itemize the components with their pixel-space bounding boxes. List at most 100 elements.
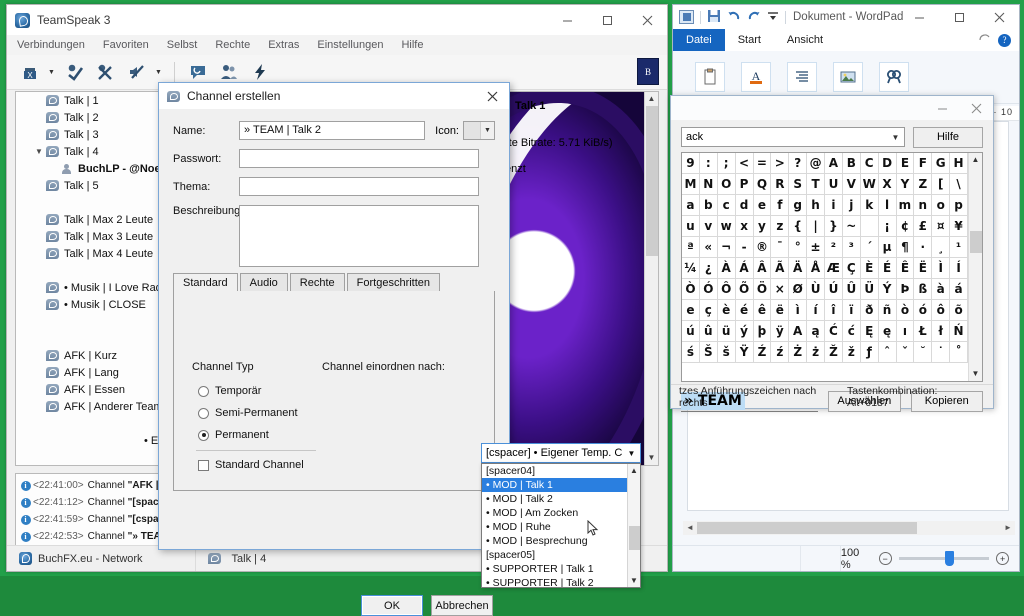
tab-ansicht[interactable]: Ansicht <box>774 29 836 51</box>
charmap-cell[interactable]: o <box>932 195 950 216</box>
charmap-cell[interactable]: Ó <box>700 279 718 300</box>
charmap-cell[interactable]: P <box>736 174 754 195</box>
radio-temporaer[interactable]: Temporär <box>198 385 261 397</box>
charmap-cell[interactable]: ê <box>754 300 772 321</box>
menu-favoriten[interactable]: Favoriten <box>103 39 149 51</box>
charmap-cell[interactable]: a <box>682 195 700 216</box>
dialog-close-icon[interactable] <box>479 85 505 107</box>
dropdown-option[interactable]: • MOD | Am Zocken <box>482 506 640 520</box>
charmap-cell[interactable]: j <box>843 195 861 216</box>
charmap-cell[interactable]: U <box>825 174 843 195</box>
charmap-cell[interactable]: v <box>700 216 718 237</box>
charmap-cell[interactable]: Ç <box>843 258 861 279</box>
charmap-cell[interactable]: Ú <box>825 279 843 300</box>
charmap-cell[interactable]: þ <box>754 321 772 342</box>
info-panel-scrollbar[interactable]: ▲ ▼ <box>644 92 658 465</box>
charmap-cell[interactable]: F <box>914 153 932 174</box>
charmap-cell[interactable]: ¸ <box>932 237 950 258</box>
charmap-cell[interactable]: z <box>771 216 789 237</box>
dropdown-option[interactable]: • MOD | Ruhe <box>482 520 640 534</box>
font-select[interactable]: ack ▼ <box>681 127 905 147</box>
charmap-cell[interactable]: Ä <box>789 258 807 279</box>
charmap-cell[interactable]: W <box>861 174 879 195</box>
charmap-cell[interactable]: ˘ <box>914 342 932 363</box>
paragraph-icon[interactable] <box>787 62 817 92</box>
standard-channel-checkbox[interactable]: Standard Channel <box>198 459 304 471</box>
minimize-icon[interactable] <box>547 5 587 35</box>
charmap-cell[interactable]: ź <box>771 342 789 363</box>
charmap-cell[interactable]: ï <box>843 300 861 321</box>
charmap-cell[interactable]: b <box>700 195 718 216</box>
scroll-up-icon[interactable]: ▲ <box>969 153 982 167</box>
charmap-cell[interactable]: ë <box>771 300 789 321</box>
charmap-cell[interactable]: ¼ <box>682 258 700 279</box>
charmap-cell[interactable]: ¯ <box>771 237 789 258</box>
charmap-cell[interactable]: Ž <box>825 342 843 363</box>
zoom-out-button[interactable]: − <box>879 552 892 565</box>
wordpad-hscrollbar[interactable]: ◄ ► <box>683 521 1015 535</box>
charmap-cell[interactable]: [ <box>932 174 950 195</box>
clipboard-icon[interactable] <box>695 62 725 92</box>
tab-fortgeschritten[interactable]: Fortgeschritten <box>347 273 440 291</box>
menu-selbst[interactable]: Selbst <box>167 39 198 51</box>
close-icon[interactable] <box>959 96 993 120</box>
charmap-cell[interactable]: ü <box>718 321 736 342</box>
beschreibung-textarea[interactable] <box>239 205 479 267</box>
charmap-cell[interactable]: f <box>771 195 789 216</box>
charmap-cell[interactable]: N <box>700 174 718 195</box>
charmap-cell[interactable]: i <box>825 195 843 216</box>
charmap-cell[interactable]: Š <box>700 342 718 363</box>
dropdown-scrollbar[interactable]: ▲ ▼ <box>627 464 640 587</box>
charmap-cell[interactable]: ú <box>682 321 700 342</box>
charmap-cell[interactable]: Ń <box>950 321 968 342</box>
charmap-cell[interactable]: u <box>682 216 700 237</box>
find-icon[interactable] <box>879 62 909 92</box>
charmap-cell[interactable]: Ü <box>861 279 879 300</box>
charmap-scrollbar[interactable]: ▲ ▼ <box>968 153 982 381</box>
charmap-grid[interactable]: 9:;<=>?@ABCDEFGHMNOPQRSTUVWXYZ[\abcdefgh… <box>682 153 968 381</box>
charmap-cell[interactable]: < <box>736 153 754 174</box>
menu-rechte[interactable]: Rechte <box>215 39 250 51</box>
icon-select[interactable]: ▼ <box>463 121 495 140</box>
scroll-up-icon[interactable]: ▲ <box>645 92 658 106</box>
minimize-icon[interactable] <box>899 5 939 29</box>
charmap-cell[interactable]: Ø <box>789 279 807 300</box>
tab-rechte[interactable]: Rechte <box>290 273 345 291</box>
charmap-cell[interactable]: · <box>914 237 932 258</box>
charmap-cell[interactable]: ¿ <box>700 258 718 279</box>
charmap-cell[interactable]: V <box>843 174 861 195</box>
charmap-cell[interactable]: ÿ <box>771 321 789 342</box>
charmap-cell[interactable]: X <box>879 174 897 195</box>
zoom-slider-thumb[interactable] <box>945 551 954 566</box>
charmap-cell[interactable]: ¤ <box>932 216 950 237</box>
menu-einstellungen[interactable]: Einstellungen <box>317 39 383 51</box>
dropdown-option[interactable]: [spacer04] <box>482 464 640 478</box>
charmap-cell[interactable]: = <box>754 153 772 174</box>
dropdown-option[interactable]: • MOD | Talk 1 <box>482 478 640 492</box>
scroll-up-icon[interactable]: ▲ <box>628 464 640 477</box>
charmap-cell[interactable] <box>861 216 879 237</box>
charmap-cell[interactable]: - <box>736 237 754 258</box>
mute-microphone-icon[interactable] <box>124 59 150 85</box>
charmap-cell[interactable]: Ł <box>914 321 932 342</box>
ok-button[interactable]: OK <box>361 595 423 616</box>
charmap-cell[interactable]: ? <box>789 153 807 174</box>
close-icon[interactable] <box>627 5 667 35</box>
bookmark-dropdown-caret-icon[interactable]: ▼ <box>48 69 57 76</box>
help-button[interactable]: Hilfe <box>913 127 983 148</box>
charmap-cell[interactable]: x <box>736 216 754 237</box>
charmap-cell[interactable]: ´ <box>861 237 879 258</box>
charmap-cell[interactable]: á <box>950 279 968 300</box>
charmap-cell[interactable]: : <box>700 153 718 174</box>
charmap-cell[interactable]: Ö <box>754 279 772 300</box>
charmap-cell[interactable]: ć <box>843 321 861 342</box>
charmap-cell[interactable]: ś <box>682 342 700 363</box>
charmap-cell[interactable]: Ò <box>682 279 700 300</box>
charmap-cell[interactable]: M <box>682 174 700 195</box>
charmap-cell[interactable]: g <box>789 195 807 216</box>
charmap-cell[interactable]: Ź <box>754 342 772 363</box>
charmap-cell[interactable]: Å <box>807 258 825 279</box>
sort-dropdown-list[interactable]: [spacer04]• MOD | Talk 1• MOD | Talk 2• … <box>481 463 641 588</box>
charmap-cell[interactable]: ˇ <box>897 342 915 363</box>
charmap-cell[interactable]: y <box>754 216 772 237</box>
